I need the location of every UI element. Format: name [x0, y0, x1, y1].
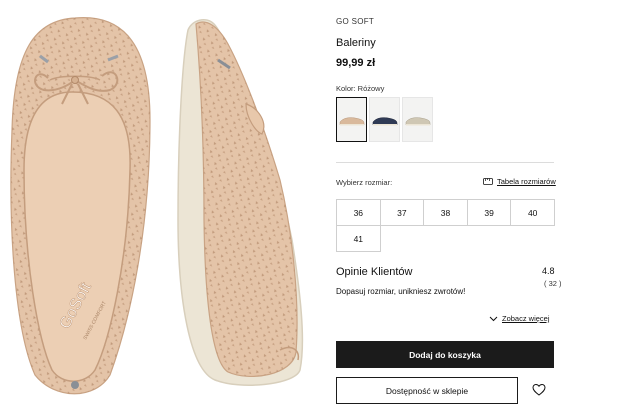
- see-more-label: Zobacz więcej: [502, 314, 550, 323]
- ruler-icon: [483, 178, 493, 185]
- chevron-down-icon: [489, 316, 498, 321]
- heart-icon[interactable]: [532, 383, 546, 397]
- size-table-link-label: Tabela rozmiarów: [497, 177, 556, 186]
- product-image: GoSoft SWISS COMFORT: [10, 17, 304, 395]
- size-table-link[interactable]: Tabela rozmiarów: [483, 177, 556, 186]
- reviews-title: Opinie Klientów: [336, 266, 413, 278]
- rating-value: 4.8: [542, 266, 555, 276]
- see-more-link[interactable]: Zobacz więcej: [489, 314, 550, 323]
- size-option[interactable]: 40: [510, 199, 555, 226]
- color-swatch-beige[interactable]: [402, 97, 433, 142]
- store-availability-button[interactable]: Dostępność w sklepie: [336, 377, 518, 404]
- shoe-thumbnail-icon: [372, 116, 397, 125]
- size-option[interactable]: 41: [336, 225, 381, 252]
- color-swatch-navy[interactable]: [369, 97, 400, 142]
- size-grid: 36 37 38 39 40 41: [336, 199, 555, 252]
- brand-name[interactable]: GO SOFT: [336, 17, 374, 26]
- shoe-thumbnail-icon: [405, 116, 430, 125]
- product-price: 99,99 zł: [336, 57, 376, 69]
- product-image-gallery: GoSoft SWISS COMFORT: [0, 0, 318, 413]
- reviews-subtitle: Dopasuj rozmiar, unikniesz zwrotów!: [336, 287, 466, 296]
- rating-count: ( 32 ): [544, 279, 562, 288]
- size-option[interactable]: 37: [379, 199, 425, 226]
- shoe-top-view: GoSoft SWISS COMFORT: [10, 17, 151, 395]
- shoe-side-view: [177, 19, 304, 386]
- size-option[interactable]: 38: [423, 199, 468, 226]
- add-to-cart-button[interactable]: Dodaj do koszyka: [336, 341, 554, 368]
- product-info-panel: GO SOFT Baleriny 99,99 zł Kolor: Różowy …: [336, 0, 620, 413]
- size-option[interactable]: 36: [336, 199, 381, 226]
- section-divider: [336, 162, 554, 163]
- color-label: Kolor: Różowy: [336, 84, 385, 93]
- product-title: Baleriny: [336, 37, 376, 49]
- color-swatches: [336, 97, 433, 142]
- size-label: Wybierz rozmiar:: [336, 178, 393, 187]
- shoe-thumbnail-icon: [339, 116, 364, 125]
- size-option[interactable]: 39: [466, 199, 512, 226]
- color-swatch-pink[interactable]: [336, 97, 367, 142]
